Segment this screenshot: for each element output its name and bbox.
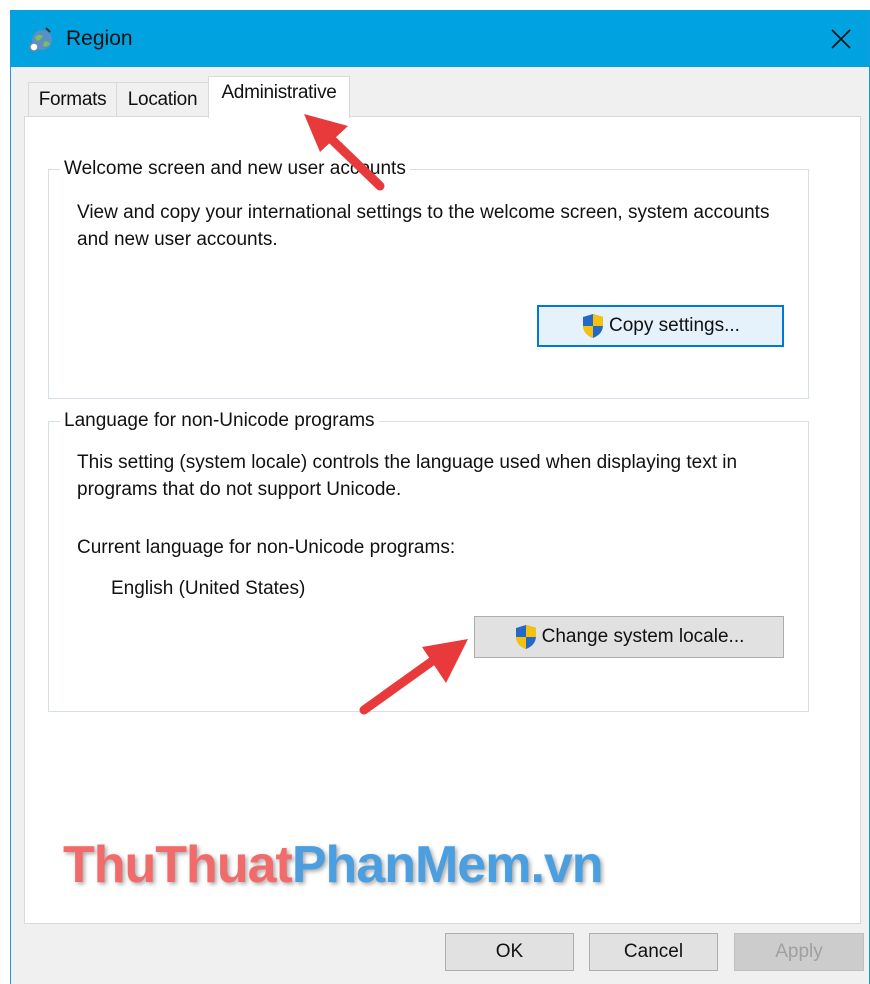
- tab-location-label: Location: [127, 88, 198, 110]
- watermark-part2: PhanMem: [291, 836, 532, 894]
- globe-region-icon: [29, 27, 52, 52]
- apply-label: Apply: [775, 941, 823, 962]
- change-system-locale-button[interactable]: Change system locale...: [474, 616, 784, 658]
- region-dialog: Region Formats Location Administrative W…: [10, 10, 870, 984]
- cancel-label: Cancel: [623, 941, 684, 962]
- cancel-button[interactable]: Cancel: [589, 933, 718, 971]
- current-language-label: Current language for non-Unicode program…: [77, 537, 456, 558]
- window-title: Region: [66, 27, 133, 50]
- close-icon: [831, 28, 851, 49]
- copy-settings-label: Copy settings...: [609, 315, 740, 336]
- watermark-part1: ThuThuat: [63, 836, 293, 894]
- tab-formats[interactable]: Formats: [28, 82, 117, 116]
- title-bar: Region: [11, 10, 869, 67]
- welcome-screen-group: Welcome screen and new user accounts Vie…: [48, 158, 809, 399]
- change-system-locale-label: Change system locale...: [541, 626, 745, 647]
- copy-settings-button[interactable]: Copy settings...: [537, 305, 784, 347]
- tab-location[interactable]: Location: [116, 82, 209, 116]
- uac-shield-icon: [583, 314, 604, 338]
- apply-button[interactable]: Apply: [734, 933, 864, 971]
- current-language-value: English (United States): [111, 578, 306, 599]
- tab-administrative[interactable]: Administrative: [208, 76, 350, 118]
- welcome-group-description: View and copy your international setting…: [77, 202, 770, 250]
- welcome-group-legend: Welcome screen and new user accounts: [60, 158, 410, 180]
- ok-label: OK: [495, 941, 524, 962]
- watermark-part3: .vn: [530, 836, 603, 894]
- uac-shield-icon: [515, 625, 536, 649]
- non-unicode-group: Language for non-Unicode programs This s…: [48, 410, 809, 712]
- close-button[interactable]: [813, 10, 869, 67]
- tab-administrative-label: Administrative: [221, 81, 337, 103]
- non-unicode-group-legend: Language for non-Unicode programs: [60, 410, 379, 432]
- administrative-panel: Welcome screen and new user accounts Vie…: [24, 116, 861, 924]
- ok-button[interactable]: OK: [445, 933, 574, 971]
- non-unicode-description: This setting (system locale) controls th…: [77, 452, 738, 500]
- watermark-logo: ThuThuatPhanMem.vn: [63, 835, 604, 895]
- tab-formats-label: Formats: [38, 88, 107, 110]
